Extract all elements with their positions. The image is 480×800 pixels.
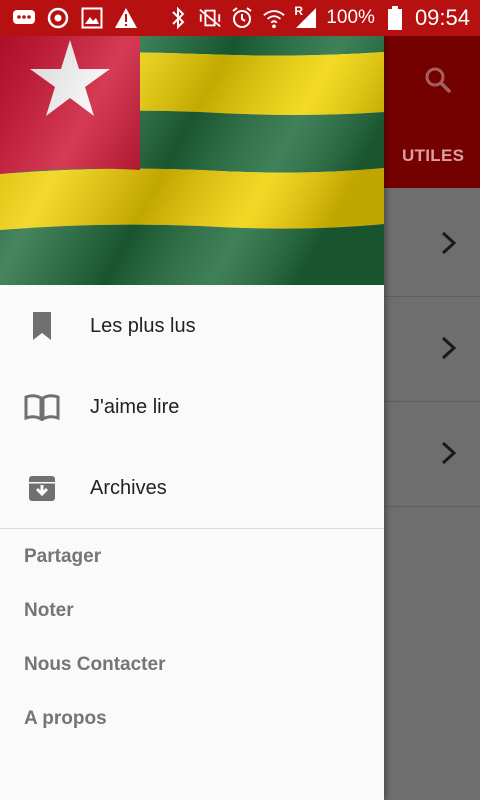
drawer-header-togo-flag	[0, 36, 384, 285]
status-bar-notifications	[12, 6, 138, 30]
vibrate-off-icon	[198, 6, 222, 30]
search-icon[interactable]	[422, 64, 454, 96]
nav-item-archives[interactable]: Archives	[0, 448, 384, 528]
archive-icon	[24, 470, 60, 506]
drawer-divider	[0, 528, 384, 529]
battery-icon	[383, 6, 407, 30]
menu-item-noter[interactable]: Noter	[24, 600, 74, 622]
battery-percent: 100%	[326, 7, 375, 28]
sync-icon	[46, 6, 70, 30]
togo-flag-image	[0, 36, 384, 285]
status-bar-system: R 100% 09:54	[166, 0, 470, 36]
book-open-icon	[24, 389, 60, 425]
wifi-icon	[262, 6, 286, 30]
chevron-right-icon	[441, 441, 457, 465]
status-bar: R 100% 09:54	[0, 0, 480, 36]
menu-item-partager[interactable]: Partager	[24, 546, 101, 568]
navigation-drawer: Les plus lus J'aime lire Archives Partag…	[0, 36, 384, 800]
chevron-right-icon	[441, 336, 457, 360]
nav-item-label: Les plus lus	[90, 314, 196, 337]
chat-notification-icon	[12, 6, 36, 30]
tab-utiles[interactable]: UTILES	[402, 146, 464, 166]
nav-item-les-plus-lus[interactable]: Les plus lus	[0, 286, 384, 366]
bookmark-icon	[24, 308, 60, 344]
roaming-label: R	[294, 4, 303, 18]
nav-item-jaime-lire[interactable]: J'aime lire	[0, 367, 384, 447]
clock: 09:54	[414, 5, 470, 30]
menu-item-nous-contacter[interactable]: Nous Contacter	[24, 654, 165, 676]
warning-icon	[114, 6, 138, 30]
chevron-right-icon	[441, 231, 457, 255]
nav-item-label: Archives	[90, 476, 167, 499]
menu-item-a-propos[interactable]: A propos	[24, 708, 107, 730]
bluetooth-icon	[166, 6, 190, 30]
cell-signal-icon: R	[294, 4, 318, 30]
nav-item-label: J'aime lire	[90, 395, 180, 418]
alarm-icon	[230, 6, 254, 30]
image-icon	[80, 6, 104, 30]
